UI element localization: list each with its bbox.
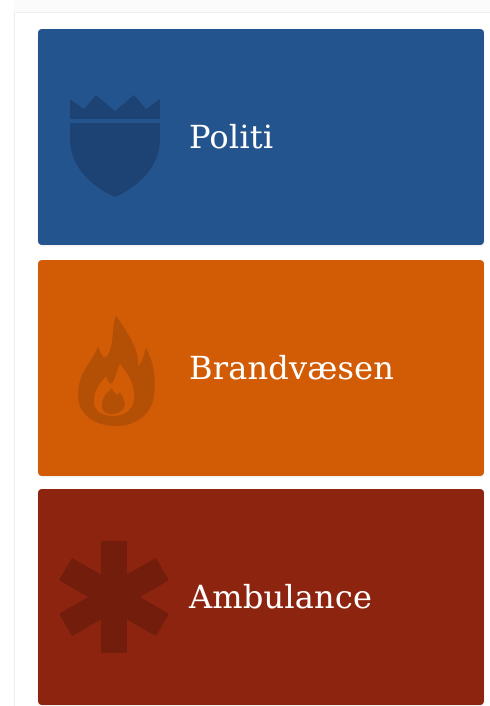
police-button[interactable]: Politi — [38, 29, 484, 245]
top-edge — [14, 0, 490, 13]
fire-button[interactable]: Brandvæsen — [38, 260, 484, 476]
ambulance-button[interactable]: Ambulance — [38, 489, 484, 705]
police-label: Politi — [189, 118, 274, 156]
shield-icon — [58, 77, 170, 197]
ambulance-label: Ambulance — [189, 578, 373, 616]
left-edge — [0, 0, 15, 706]
fire-label: Brandvæsen — [189, 349, 395, 387]
star-of-life-icon — [58, 537, 170, 657]
flame-icon — [58, 308, 170, 428]
